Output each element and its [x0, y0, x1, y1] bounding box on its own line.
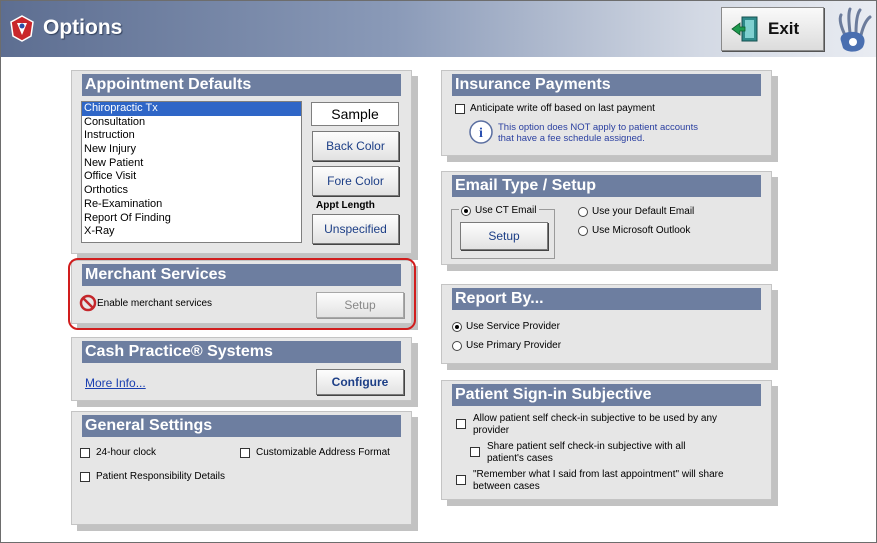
back-color-button[interactable]: Back Color [312, 131, 399, 161]
allow-self-checkin-line-1: Allow patient self check-in subjective t… [473, 413, 718, 424]
appt-length-button[interactable]: Unspecified [312, 214, 399, 244]
default-email-radio[interactable] [578, 207, 588, 217]
sample-preview: Sample [311, 102, 399, 126]
ct-email-label: Use CT Email [475, 205, 537, 216]
outlook-radio[interactable] [578, 226, 588, 236]
primary-provider-radio[interactable] [452, 341, 462, 351]
info-icon: i [469, 120, 493, 144]
fore-color-button[interactable]: Fore Color [312, 166, 399, 196]
general-settings-panel: General Settings 24-hour clock Customiza… [71, 411, 412, 525]
allow-self-checkin-checkbox[interactable] [456, 419, 466, 429]
remember-last-appt-line-1: "Remember what I said from last appointm… [473, 469, 724, 480]
responsibility-label: Patient Responsibility Details [96, 471, 225, 482]
list-item[interactable]: Report Of Finding [82, 212, 301, 226]
email-setup-button[interactable]: Setup [460, 222, 548, 250]
panel-heading: Appointment Defaults [82, 74, 401, 96]
info-line-2: that have a fee schedule assigned. [498, 133, 645, 144]
appointment-type-list[interactable]: Chiropractic Tx Consultation Instruction… [81, 101, 302, 243]
list-item[interactable]: Re-Examination [82, 198, 301, 212]
list-item[interactable]: Chiropractic Tx [82, 102, 301, 116]
ct-email-legend: Use CT Email [459, 205, 539, 216]
panel-heading: Report By... [452, 288, 761, 310]
address-format-checkbox[interactable] [240, 448, 250, 458]
app-logo-icon [10, 15, 34, 42]
email-setup-panel: Email Type / Setup Use CT Email Setup Us… [441, 171, 772, 265]
more-info-link[interactable]: More Info... [85, 376, 146, 390]
list-item[interactable]: Office Visit [82, 170, 301, 184]
list-item[interactable]: New Injury [82, 143, 301, 157]
exit-door-icon [731, 16, 758, 42]
default-email-label: Use your Default Email [592, 206, 695, 217]
share-self-checkin-checkbox[interactable] [470, 447, 480, 457]
title-bar: Options Exit [1, 1, 876, 57]
list-item[interactable]: New Patient [82, 157, 301, 171]
panel-heading: General Settings [82, 415, 401, 437]
appointment-defaults-panel: Appointment Defaults Chiropractic Tx Con… [71, 70, 412, 254]
report-by-panel: Report By... Use Service Provider Use Pr… [441, 284, 772, 364]
svg-text:i: i [479, 126, 483, 141]
responsibility-checkbox[interactable] [80, 472, 90, 482]
panel-heading: Email Type / Setup [452, 175, 761, 197]
primary-provider-label: Use Primary Provider [466, 340, 562, 351]
list-item[interactable]: X-Ray [82, 225, 301, 239]
list-item[interactable]: Instruction [82, 129, 301, 143]
panel-heading: Patient Sign-in Subjective [452, 384, 761, 406]
service-provider-radio[interactable] [452, 322, 462, 332]
cash-practice-panel: Cash Practice® Systems More Info... Conf… [71, 337, 412, 401]
info-line-1: This option does NOT apply to patient ac… [498, 122, 698, 133]
panel-heading: Cash Practice® Systems [82, 341, 401, 363]
list-item[interactable]: Orthotics [82, 184, 301, 198]
service-provider-label: Use Service Provider [466, 321, 560, 332]
ct-email-radio[interactable] [461, 205, 471, 216]
patient-signin-panel: Patient Sign-in Subjective Allow patient… [441, 380, 772, 500]
list-item[interactable]: Consultation [82, 116, 301, 130]
share-self-checkin-line-1: Share patient self check-in subjective w… [487, 441, 686, 452]
insurance-payments-panel: Insurance Payments Anticipate write off … [441, 70, 772, 156]
configure-button[interactable]: Configure [316, 369, 404, 395]
share-self-checkin-line-2: patient's cases [487, 453, 553, 464]
24-hour-clock-checkbox[interactable] [80, 448, 90, 458]
allow-self-checkin-line-2: provider [473, 425, 510, 436]
anticipate-writeoff-checkbox[interactable] [455, 104, 465, 114]
window-title: Options [43, 16, 123, 39]
merchant-services-highlight [68, 258, 416, 330]
address-format-label: Customizable Address Format [256, 447, 390, 458]
remember-last-appt-checkbox[interactable] [456, 475, 466, 485]
anticipate-writeoff-label: Anticipate write off based on last payme… [470, 103, 655, 114]
24-hour-clock-label: 24-hour clock [96, 447, 157, 458]
exit-button[interactable]: Exit [721, 7, 824, 51]
outlook-label: Use Microsoft Outlook [592, 225, 691, 236]
panel-heading: Insurance Payments [452, 74, 761, 96]
hand-logo-icon [838, 7, 872, 52]
remember-last-appt-line-2: between cases [473, 481, 540, 492]
exit-label: Exit [768, 19, 800, 38]
appt-length-label: Appt Length [316, 200, 375, 211]
